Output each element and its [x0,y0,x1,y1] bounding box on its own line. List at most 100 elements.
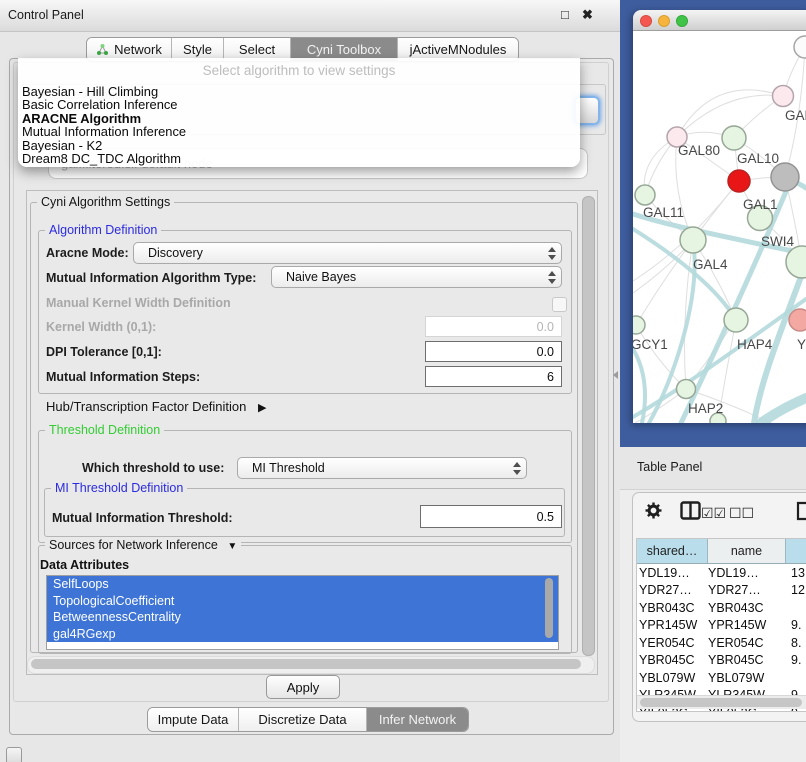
select-all-columns-icon[interactable]: ☑☑ [701,505,726,522]
table-cell: YPR145W [637,618,708,632]
unselect-all-columns-icon[interactable]: ☐☐ [729,505,754,522]
table-cell: 8. [786,636,806,650]
attributes-scrollbar-thumb[interactable] [545,578,553,638]
close-window-icon[interactable] [640,15,652,27]
kernel-width-label: Kernel Width (0,1): [46,320,156,334]
algorithm-option[interactable]: ARACNE Algorithm [22,112,576,125]
table-cell: 12 [786,583,806,597]
table-row[interactable]: YDR27…YDR27…12 [637,582,806,600]
minimize-window-icon[interactable] [658,15,670,27]
gear-icon[interactable] [645,502,662,519]
data-attribute-item[interactable]: TopologicalCoefficient [47,593,558,610]
new-table-icon[interactable] [796,501,806,521]
column-header[interactable]: name [708,539,786,563]
table-cell: YBL079W [637,671,708,685]
column-header[interactable] [786,539,806,563]
algorithm-dropdown-placeholder: Select algorithm to view settings [18,63,580,78]
table-cell: 13 [786,566,806,580]
manual-kernel-width-label: Manual Kernel Width Definition [46,296,231,310]
tab-impute-data[interactable]: Impute Data [148,708,239,731]
node-left-edge[interactable] [633,316,645,334]
algorithm-dropdown-popup: Select algorithm to view settings Bayesi… [18,58,580,167]
collapse-right-icon: ▶ [258,402,266,414]
settings-hscrollbar-thumb[interactable] [31,659,581,669]
network-graph: GAL GAL80 GAL10 GAL1 GAL11 SWI4 GAL4 GCY… [633,31,806,423]
algorithm-option[interactable]: Dream8 DC_TDC Algorithm [22,152,576,165]
stepper-icon [547,247,556,260]
table-hscrollbar-track [637,695,806,709]
settings-vscrollbar-thumb[interactable] [582,196,595,656]
node-table: shared…name YDL19…YDL19…13YDR27…YDR27…12… [636,538,806,712]
which-threshold-label: Which threshold to use: [82,461,224,475]
table-row[interactable]: YPR145WYPR145W9. [637,617,806,635]
float-panel-icon[interactable]: □ [561,7,569,22]
algorithm-definition-title: Algorithm Definition [45,223,161,237]
cyni-algorithm-settings-title: Cyni Algorithm Settings [37,195,174,209]
node-gal-cut[interactable] [773,86,794,107]
algorithm-list: Bayesian - Hill ClimbingBasic Correlatio… [22,85,576,165]
data-attributes-label: Data Attributes [40,558,129,572]
network-icon [96,43,109,56]
sash-collapse-icon[interactable] [613,371,618,379]
data-attribute-item[interactable]: BetweennessCentrality [47,609,558,626]
table-hscrollbar-thumb[interactable] [640,698,802,707]
column-header[interactable]: shared… [637,539,708,563]
table-cell: YER054C [637,636,708,650]
node-gal1[interactable] [728,170,750,192]
table-row[interactable]: YBR045CYBR045C9. [637,652,806,670]
table-cell: YDL19… [637,566,708,580]
node-unlabeled[interactable] [794,36,806,58]
table-row[interactable]: YER054CYER054C8. [637,634,806,652]
data-attribute-item[interactable]: SelfLoops [47,576,558,593]
node-hap4[interactable] [724,308,748,332]
mi-steps-field[interactable]: 6 [425,366,562,387]
mi-threshold-field[interactable]: 0.5 [420,505,562,528]
node-label-swi4: SWI4 [761,234,794,249]
data-attribute-item[interactable]: gal4RGexp [47,626,558,643]
control-panel-titlebar [0,0,620,32]
stepper-icon [547,271,556,284]
bottom-tab-bar: Impute Data Discretize Data Infer Networ… [147,707,469,732]
dpi-tolerance-field[interactable]: 0.0 [425,341,562,362]
mi-steps-label: Mutual Information Steps: [46,370,200,384]
table-row[interactable]: YBL079WYBL079W [637,669,806,687]
aracne-mode-combo[interactable]: Discovery [133,242,562,264]
node-hap2[interactable] [677,380,696,399]
hub-definition-toggle[interactable]: Hub/Transcription Factor Definition ▶ [46,399,266,414]
network-nodes [633,36,806,423]
manual-kernel-width-checkbox[interactable] [552,297,567,312]
table-row[interactable]: YBR043CYBR043C [637,599,806,617]
zoom-window-icon[interactable] [676,15,688,27]
node-label-gal11: GAL11 [643,205,684,220]
close-panel-icon[interactable]: ✖ [582,7,593,23]
sources-group-title[interactable]: Sources for Network Inference ▼ [45,538,241,552]
algorithm-option[interactable]: Mutual Information Inference [22,125,576,138]
mi-threshold-label: Mutual Information Threshold: [52,511,233,525]
node-label-hap4: HAP4 [737,337,773,352]
table-row[interactable]: YDL19…YDL19…13 [637,564,806,582]
apply-button[interactable]: Apply [266,675,340,699]
kernel-width-field[interactable]: 0.0 [425,316,562,337]
algorithm-option[interactable]: Basic Correlation Inference [22,98,576,111]
mi-algorithm-type-combo[interactable]: Naive Bayes [271,266,562,288]
node-gal4[interactable] [680,227,706,253]
table-cell: YDR27… [637,583,708,597]
table-panel-title: Table Panel [637,460,702,474]
minimized-panel-icon[interactable] [6,747,22,762]
node-label-gal10: GAL10 [737,151,779,166]
data-attributes-list: SelfLoopsTopologicalCoefficientBetweenne… [46,575,559,650]
table-cell: YDR27… [708,583,786,597]
algorithm-option[interactable]: Bayesian - K2 [22,139,576,152]
node-label-gal4: GAL4 [693,257,728,272]
table-cell: YBR043C [708,601,786,615]
node-y-cut[interactable] [789,309,806,331]
node-gal10[interactable] [722,126,746,150]
node-gal11[interactable] [635,185,655,205]
node-gray[interactable] [771,163,799,191]
tab-discretize-data[interactable]: Discretize Data [239,708,367,731]
which-threshold-combo[interactable]: MI Threshold [237,457,527,479]
network-window-titlebar[interactable] [633,10,806,31]
split-columns-icon[interactable] [680,501,701,520]
tab-infer-network[interactable]: Infer Network [367,708,468,731]
algorithm-option[interactable]: Bayesian - Hill Climbing [22,85,576,98]
